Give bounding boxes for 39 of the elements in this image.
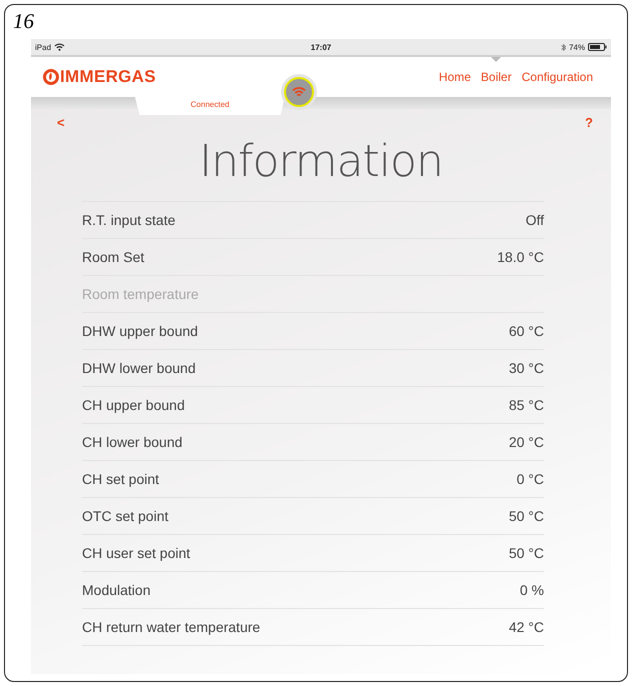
help-button[interactable]: ? xyxy=(585,115,593,130)
page-title: Information xyxy=(198,136,444,187)
row-value: Off xyxy=(526,212,544,228)
row-label: DHW lower bound xyxy=(82,360,196,376)
wifi-icon xyxy=(54,43,66,51)
row-value: 0 °C xyxy=(516,471,544,487)
row-value: 20 °C xyxy=(508,434,544,450)
row-label: CH lower bound xyxy=(82,434,182,450)
row-value: 60 °C xyxy=(508,323,544,339)
nav-tab[interactable]: Home xyxy=(434,57,475,97)
row-label: Room Set xyxy=(82,249,144,265)
row-label: OTC set point xyxy=(82,508,168,524)
row-value: 0 % xyxy=(520,582,544,598)
row-label: R.T. input state xyxy=(82,212,176,228)
row-value: 50 °C xyxy=(508,545,544,561)
device-name: iPad xyxy=(35,42,52,52)
row-value: 50 °C xyxy=(508,508,544,524)
row-label: Room temperature xyxy=(82,286,199,302)
row-value: 18.0 °C xyxy=(497,249,544,265)
brand-logo: IMMERGAS xyxy=(60,67,156,87)
bluetooth-icon xyxy=(560,42,566,52)
row-label: CH user set point xyxy=(82,545,190,561)
status-time: 17:07 xyxy=(310,42,332,52)
row-label: CH upper bound xyxy=(82,397,185,413)
battery-icon xyxy=(588,43,607,51)
row-label: Modulation xyxy=(82,582,150,598)
row-value: 85 °C xyxy=(508,397,544,413)
row-label: DHW upper bound xyxy=(82,323,198,339)
flame-logo-icon xyxy=(43,69,59,85)
nav-tab[interactable]: Boiler xyxy=(476,57,516,97)
row-value: 42 °C xyxy=(508,619,544,635)
battery-percent: 74% xyxy=(568,42,585,52)
figure-label: 16 xyxy=(13,9,35,35)
nav-tab[interactable]: Configuration xyxy=(518,57,597,97)
row-value: 30 °C xyxy=(508,360,544,376)
row-label: CH return water temperature xyxy=(82,619,260,635)
back-button[interactable]: < xyxy=(57,115,65,130)
connection-status-button[interactable] xyxy=(284,77,314,107)
row-label: CH set point xyxy=(82,471,160,487)
